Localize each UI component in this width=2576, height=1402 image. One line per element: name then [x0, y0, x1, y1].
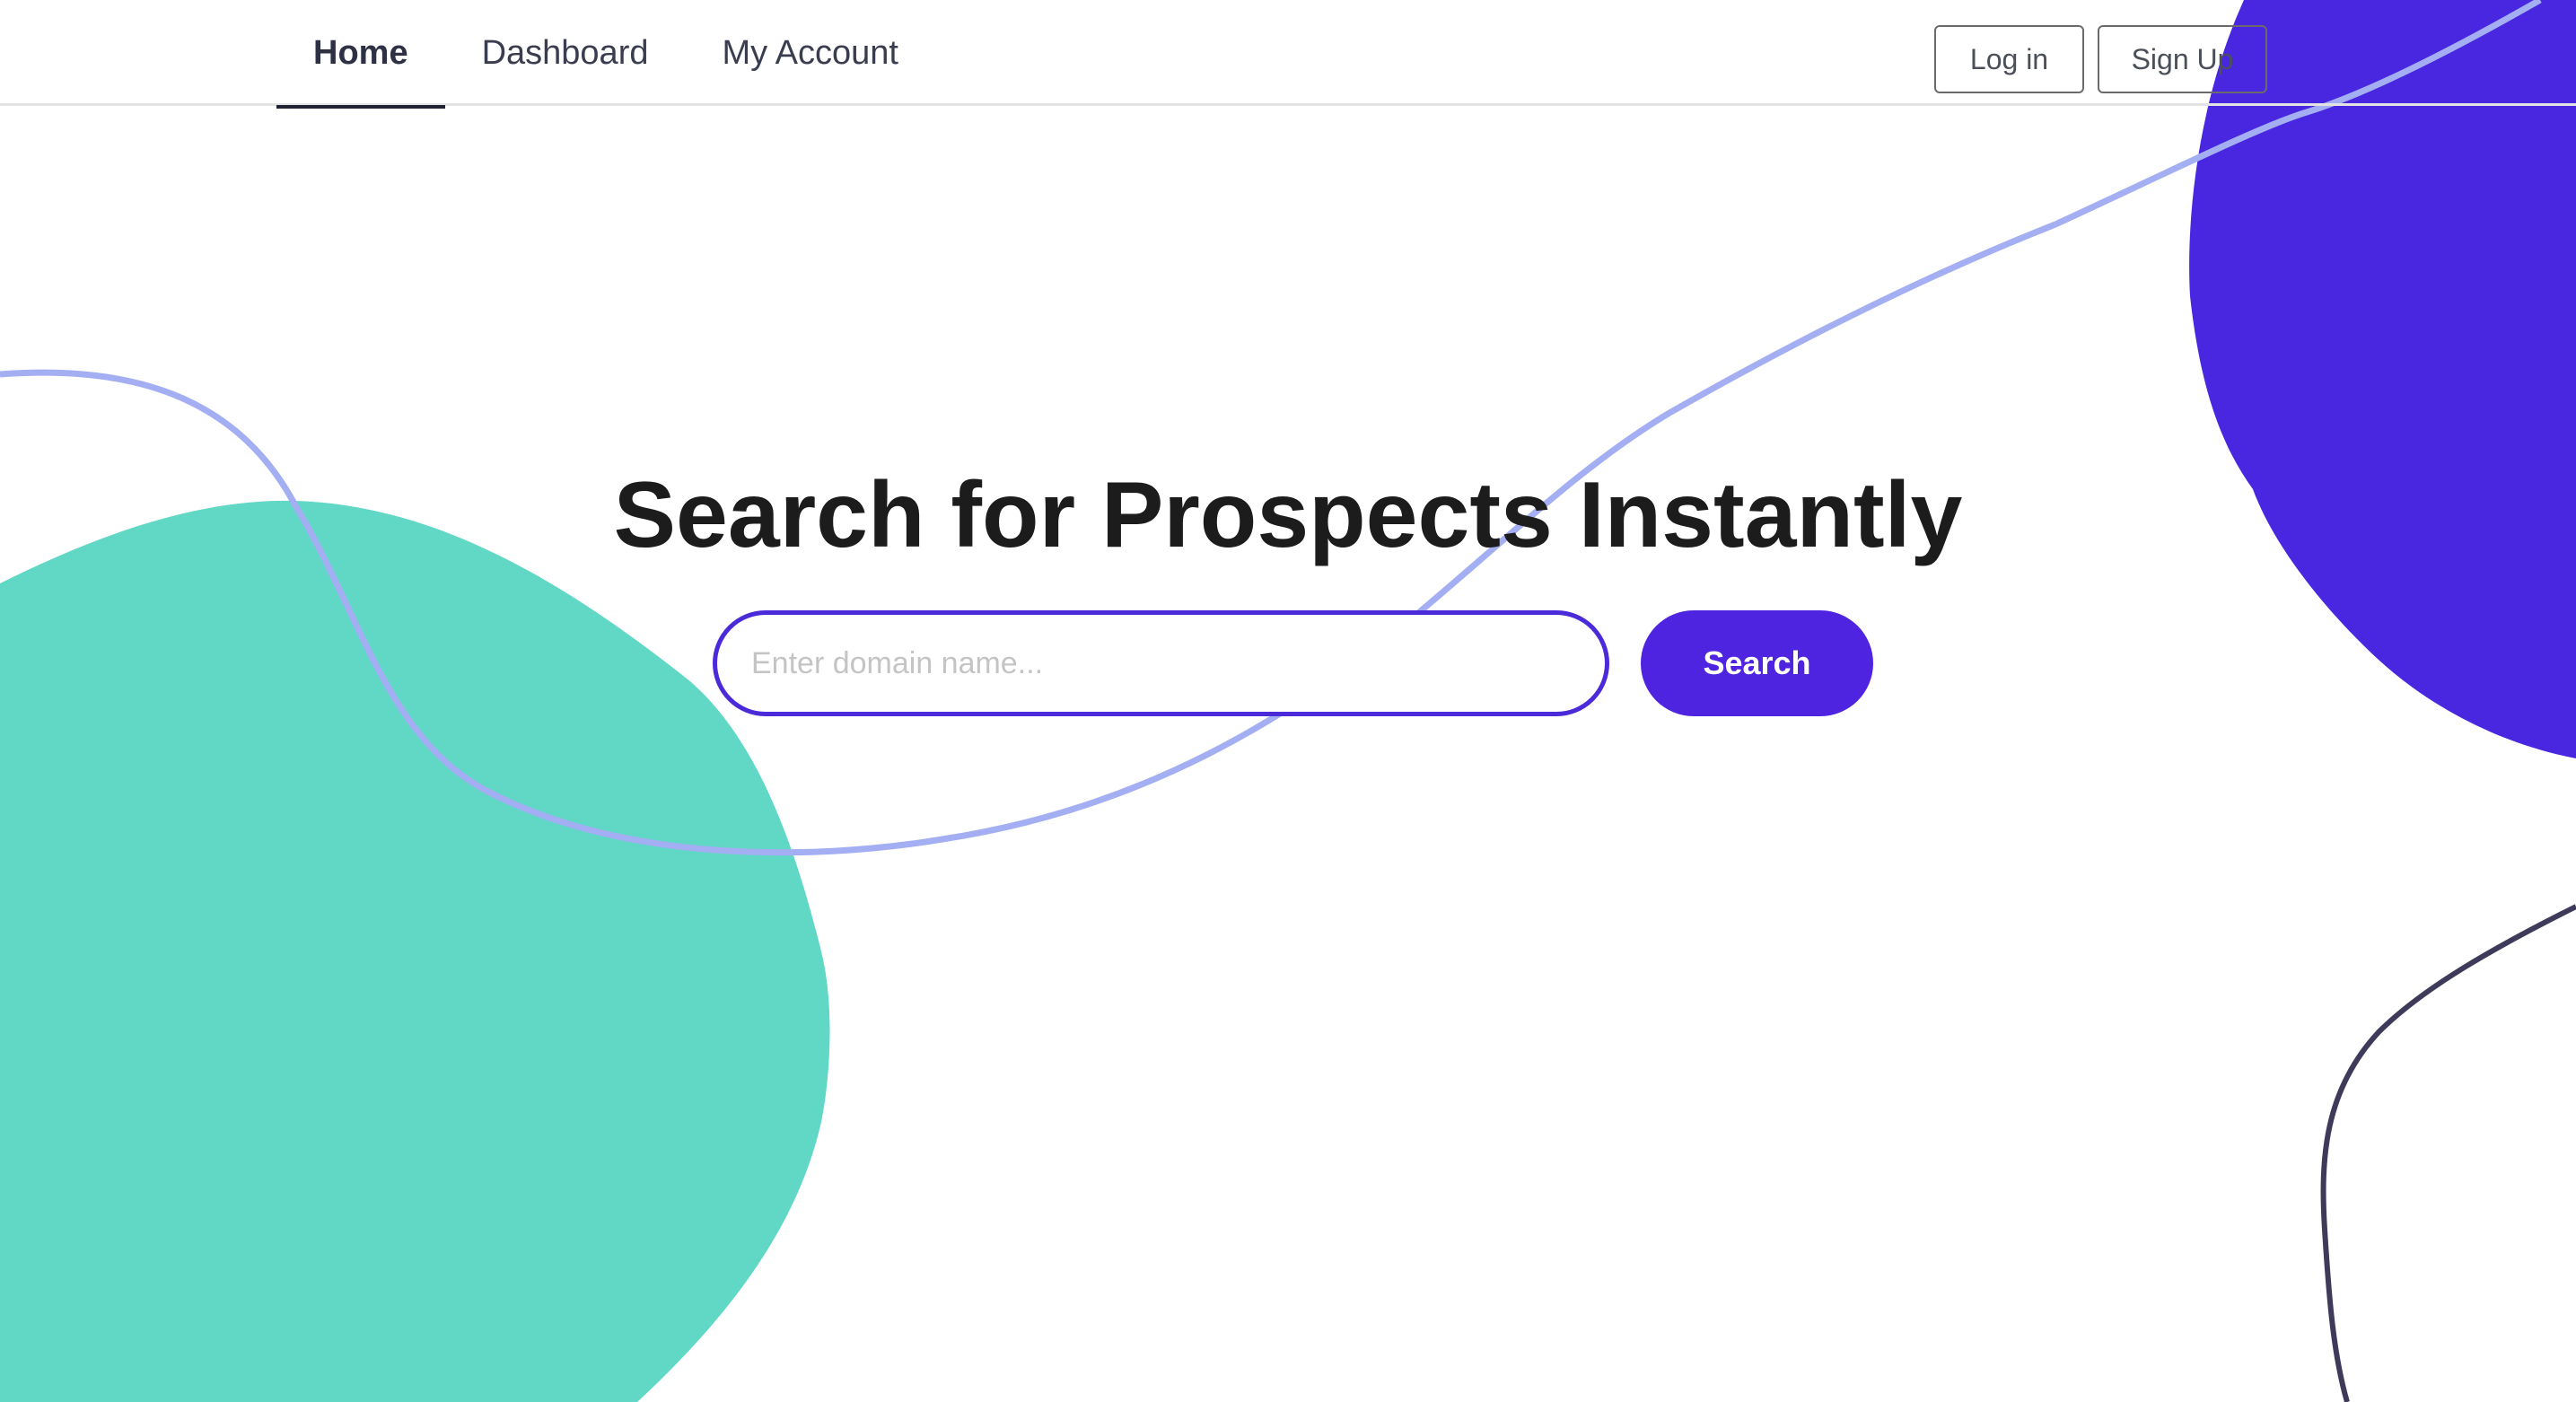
purple-blob-shape: [2189, 0, 2576, 758]
nav-tab-dashboard[interactable]: Dashboard: [445, 0, 686, 106]
nav-tab-my-account[interactable]: My Account: [685, 0, 934, 106]
dark-curve-line: [2320, 904, 2576, 1402]
domain-search-input[interactable]: [713, 610, 1609, 716]
search-button[interactable]: Search: [1641, 610, 1873, 716]
login-button[interactable]: Log in: [1934, 25, 2084, 93]
hero-title: Search for Prospects Instantly: [613, 463, 1963, 567]
teal-blob-shape: [0, 500, 830, 1402]
top-navbar: Home Dashboard My Account Log in Sign Up: [0, 0, 2576, 109]
nav-tabs: Home Dashboard My Account: [276, 0, 935, 109]
nav-tab-home[interactable]: Home: [276, 0, 445, 109]
signup-button[interactable]: Sign Up: [2098, 25, 2267, 93]
